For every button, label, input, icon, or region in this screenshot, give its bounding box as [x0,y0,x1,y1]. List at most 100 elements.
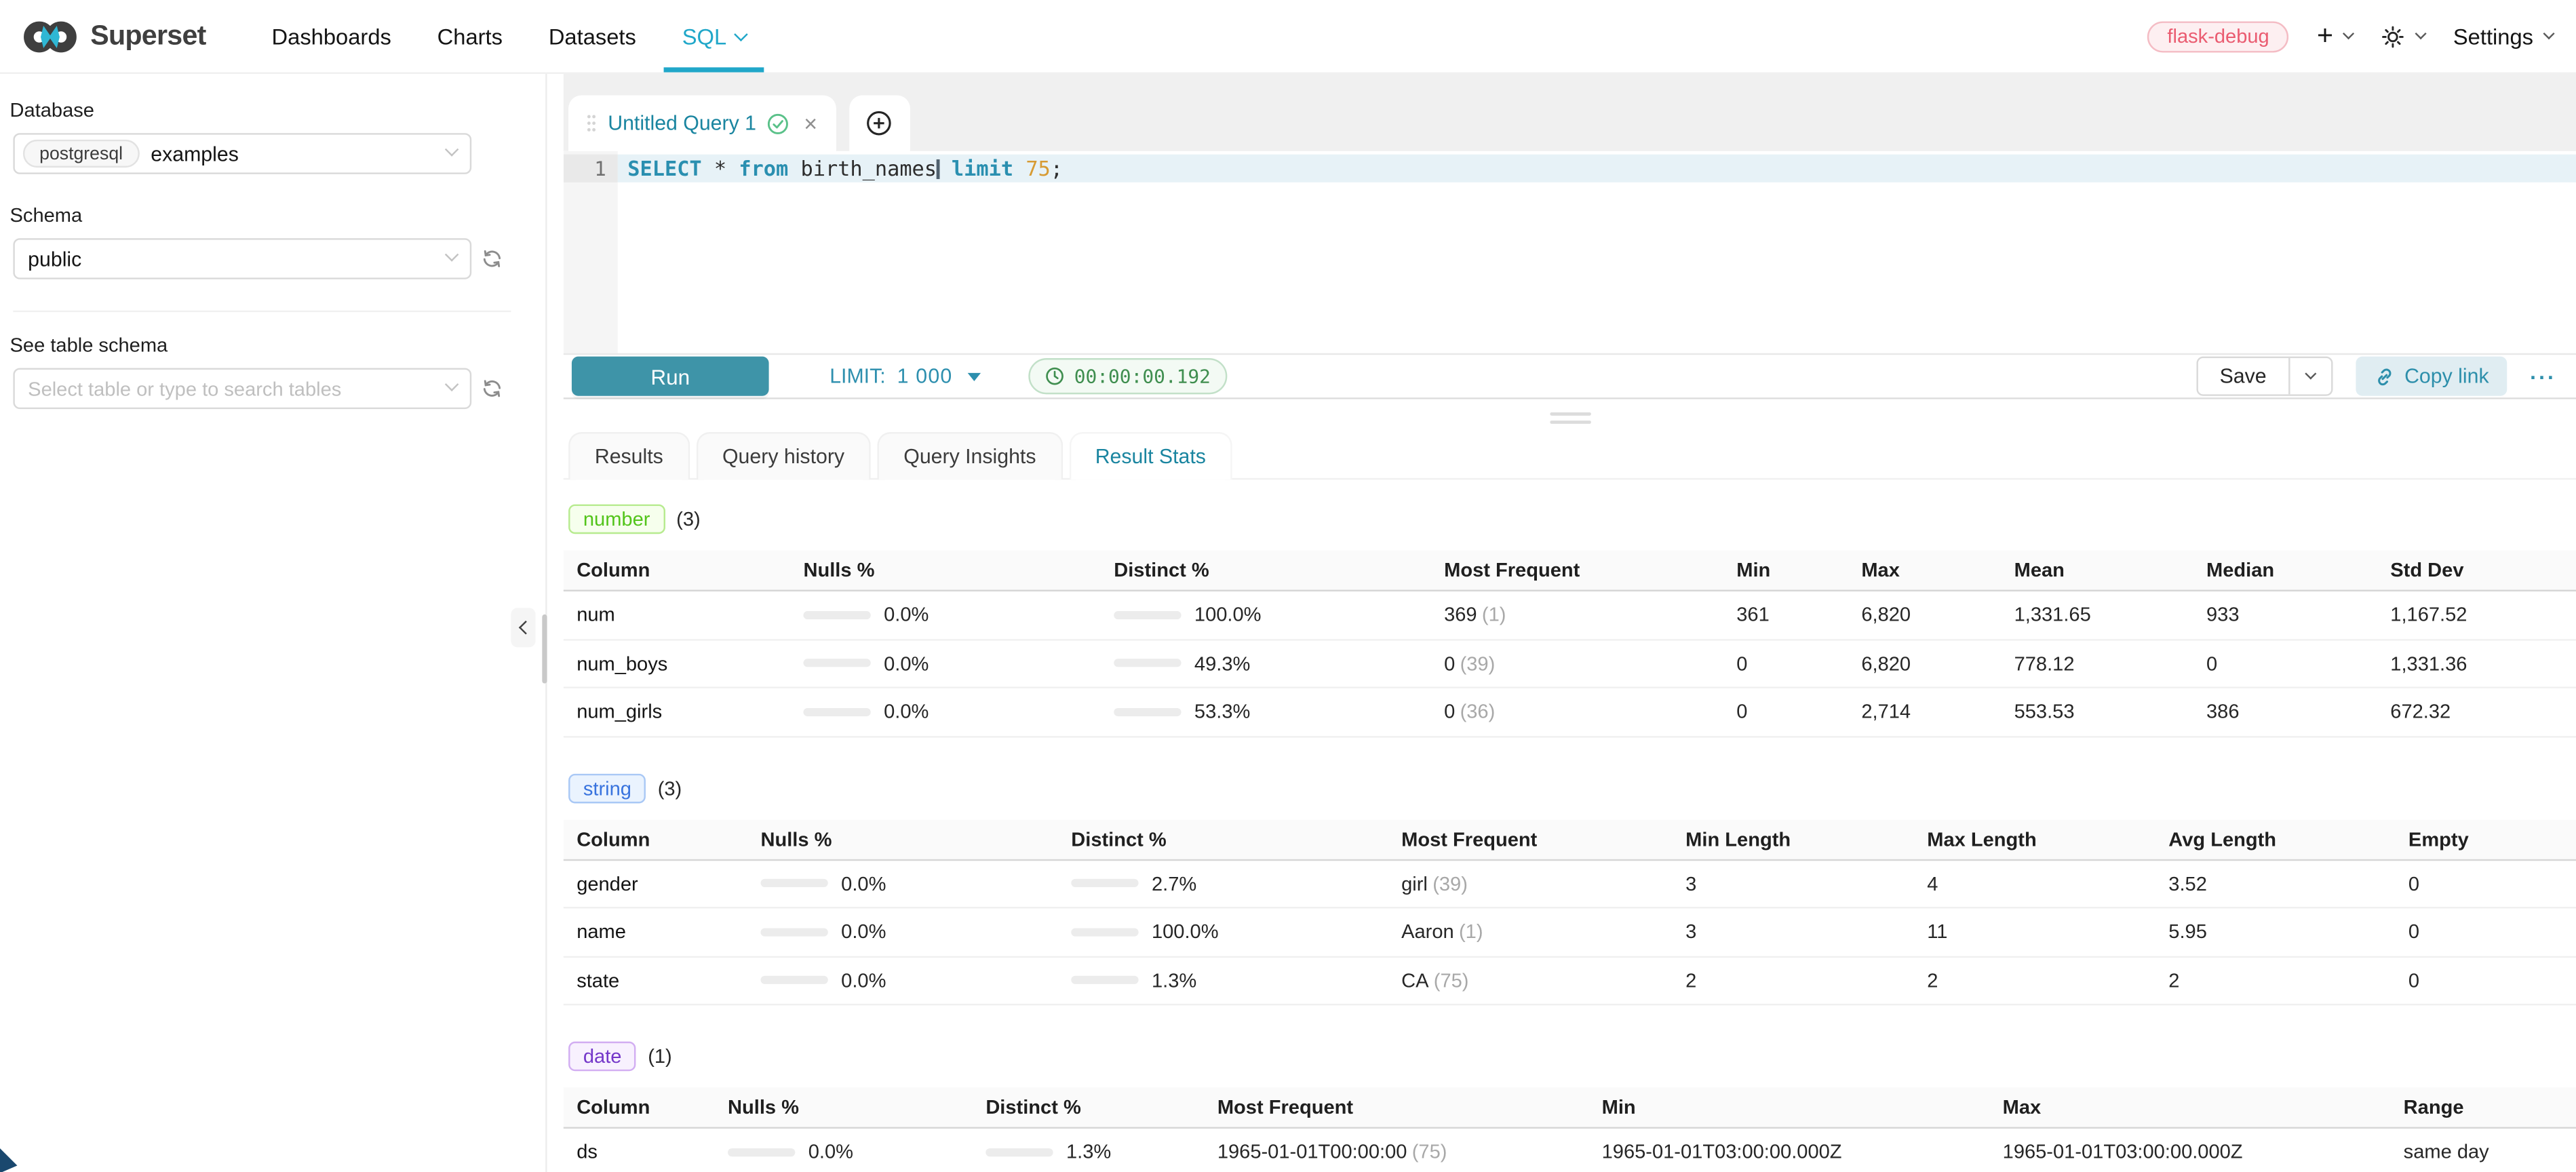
tab-query-history[interactable]: Query history [696,432,871,480]
refresh-tables-button[interactable] [482,378,503,399]
nulls-pct-cell: 0.0% [747,872,1058,895]
sql-code-editor[interactable]: 1 SELECT * from birth_names limit 75; [564,151,2576,353]
environment-badge: flask-debug [2147,20,2288,52]
table-row: gender 0.0% 2.7% girl(39) 3 4 3.52 0 [564,860,2576,908]
limit-dropdown[interactable]: LIMIT: 1 000 [830,365,980,388]
superset-logo[interactable]: Superset [23,17,206,55]
new-query-tab-button[interactable] [848,95,910,151]
save-options-button[interactable] [2288,358,2330,394]
stddev-cell: 1,331.36 [2377,652,2576,675]
table-row: name 0.0% 100.0% Aaron(1) 3 11 5.95 0 [564,908,2576,956]
sqllab-left-panel: Database postgresql examples Schema publ… [0,74,528,1172]
sql-text: * [702,156,739,180]
caret-down-icon [967,373,980,381]
progress-bar [803,659,870,667]
save-button[interactable]: Save [2198,358,2288,394]
date-type-badge: date [568,1042,636,1072]
elapsed-time: 00:00:00.192 [1074,365,1211,388]
refresh-schemas-button[interactable] [482,248,503,269]
column-header: Nulls % [790,559,1101,582]
chevron-down-icon [445,142,459,157]
sidebar-divider [13,311,511,312]
string-type-count: (3) [658,776,682,799]
distinct-pct-cell: 2.7% [1058,872,1388,895]
progress-bar [1114,659,1181,667]
max-length-cell: 2 [1914,969,2155,992]
nav-charts[interactable]: Charts [414,0,526,73]
mouse-cursor [0,1144,20,1172]
success-check-icon [768,113,789,134]
most-frequent-cell: 1965-01-01T00:00:00(75) [1204,1141,1588,1164]
database-select[interactable]: postgresql examples [13,133,471,174]
min-cell: 1965-01-01T03:00:00.000Z [1588,1141,1989,1164]
table-header-row: Column Nulls % Distinct % Most Frequent … [564,1087,2576,1129]
panel-scrollbar[interactable] [542,614,547,684]
distinct-pct-cell: 53.3% [1101,700,1431,723]
tab-result-stats[interactable]: Result Stats [1069,432,1232,480]
chevron-down-icon [735,26,749,41]
nav-datasets[interactable]: Datasets [526,0,659,73]
drag-grip-icon[interactable] [587,113,597,133]
query-tab[interactable]: Untitled Query 1 × [568,95,836,151]
link-icon [2373,366,2394,387]
tab-results[interactable]: Results [568,432,689,480]
schema-label: Schema [10,203,520,227]
progress-bar [760,976,827,984]
more-actions-button[interactable]: ··· [2530,364,2556,389]
avg-length-cell: 3.52 [2155,872,2396,895]
empty-cell: 0 [2396,969,2576,992]
min-cell: 0 [1723,652,1848,675]
empty-cell: 0 [2396,872,2576,895]
number-stats-table: Column Nulls % Distinct % Most Frequent … [564,550,2576,737]
mean-cell: 778.12 [2001,652,2193,675]
progress-bar [803,707,870,716]
max-cell: 6,820 [1848,604,2001,627]
infinity-logo-icon [23,17,79,55]
nav-dashboards[interactable]: Dashboards [249,0,414,73]
column-name-cell: num [564,604,790,627]
nulls-pct-cell: 0.0% [747,920,1058,943]
chevron-down-icon [2304,368,2316,379]
plus-circle-icon [866,110,893,136]
number-type-count: (3) [676,507,701,530]
nulls-pct-cell: 0.0% [715,1141,973,1164]
run-query-button[interactable]: Run [572,357,769,396]
string-type-badge: string [568,773,646,803]
collapse-sidebar-button[interactable] [511,608,535,647]
min-cell: 361 [1723,604,1848,627]
empty-cell: 0 [2396,920,2576,943]
progress-bar [728,1148,795,1156]
most-frequent-cell: girl(39) [1388,872,1673,895]
nav-sql[interactable]: SQL [659,0,769,73]
chevron-down-icon [2415,28,2427,39]
most-frequent-cell: 0(36) [1431,700,1723,723]
nulls-pct-cell: 0.0% [790,604,1101,627]
sql-editor-pane: Untitled Query 1 × 1 SELECT * f [564,74,2576,1172]
column-header: Nulls % [715,1096,973,1119]
column-header: Most Frequent [1388,827,1673,851]
copy-link-button[interactable]: Copy link [2355,357,2507,396]
table-row: num_boys 0.0% 49.3% 0(39) 0 6,820 778.12… [564,640,2576,688]
pane-resize-handle[interactable] [1549,412,1591,424]
new-item-button[interactable]: + [2317,24,2353,48]
avg-length-cell: 2 [2155,969,2396,992]
column-header: Nulls % [747,827,1058,851]
max-cell: 6,820 [1848,652,2001,675]
tab-query-insights[interactable]: Query Insights [878,432,1063,480]
schema-select[interactable]: public [13,238,471,279]
header-right: flask-debug + Settings [2147,20,2553,52]
superset-sql-lab: Superset Dashboards Charts Datasets SQL … [0,0,2576,1172]
nulls-pct-cell: 0.0% [790,700,1101,723]
theme-toggle-button[interactable] [2381,24,2425,48]
table-select[interactable]: Select table or type to search tables [13,368,471,410]
close-tab-icon[interactable]: × [804,112,817,135]
settings-menu[interactable]: Settings [2453,24,2553,48]
sql-text: birth_names [788,156,937,180]
sql-number: 75 [1026,156,1050,180]
median-cell: 386 [2193,700,2377,723]
stddev-cell: 672.32 [2377,700,2576,723]
mean-cell: 1,331.65 [2001,604,2193,627]
progress-bar [1114,707,1181,716]
query-tab-title: Untitled Query 1 [608,112,756,135]
string-section-header: string (3) [568,773,2576,803]
